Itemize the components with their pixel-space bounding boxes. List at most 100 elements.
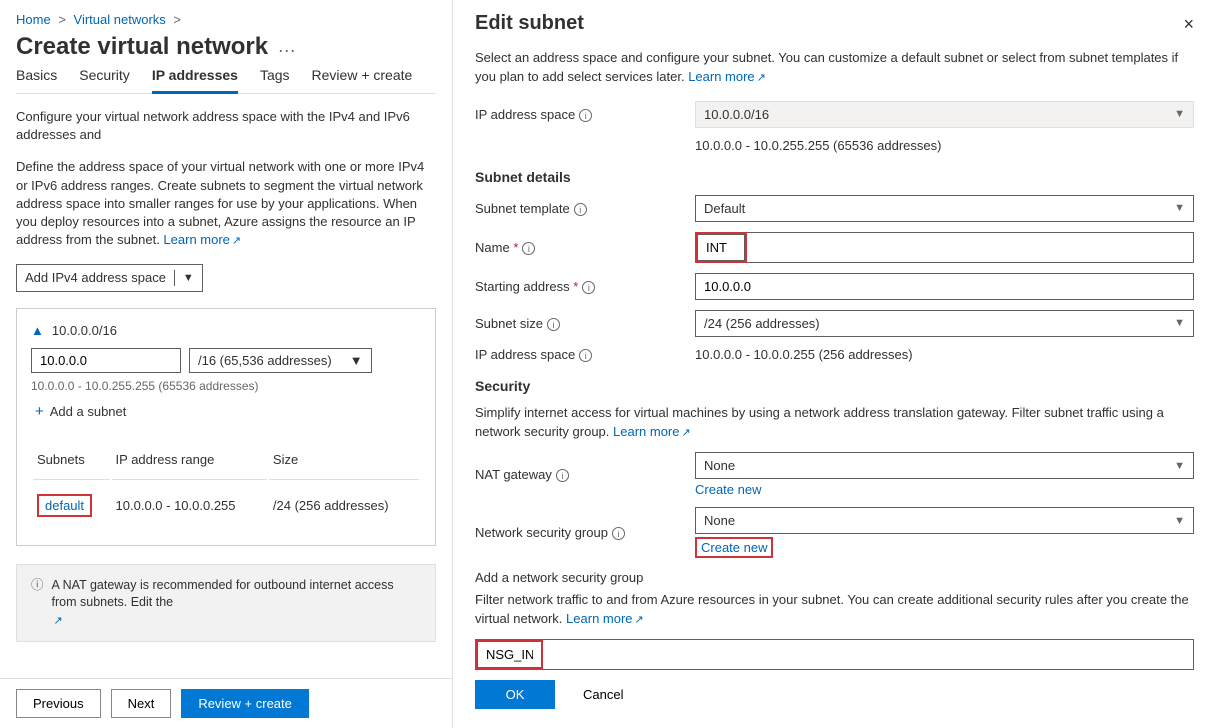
- address-range-note: 10.0.0.0 - 10.0.255.255 (65536 addresses…: [31, 379, 421, 393]
- tab-security[interactable]: Security: [79, 61, 130, 93]
- learn-more-link[interactable]: Learn more↗: [566, 611, 644, 626]
- info-icon[interactable]: i: [579, 109, 592, 122]
- field-subnet-template: Subnet templatei Default▼: [475, 195, 1194, 222]
- previous-button[interactable]: Previous: [16, 689, 101, 718]
- chevron-down-icon: ▼: [1174, 202, 1185, 214]
- field-starting-address: Starting address *i: [475, 273, 1194, 300]
- field-subnet-size: Subnet sizei /24 (256 addresses)▼: [475, 310, 1194, 337]
- field-name: Name *i: [475, 232, 1194, 263]
- field-ip-space-2: IP address spacei 10.0.0.0 - 10.0.0.255 …: [475, 347, 1194, 363]
- info-icon[interactable]: i: [582, 281, 595, 294]
- add-ipv4-space-label: Add IPv4 address space: [25, 270, 166, 285]
- chevron-down-icon: ▼: [1174, 460, 1185, 472]
- add-ipv4-space-button[interactable]: Add IPv4 address space ▼: [16, 264, 203, 292]
- name-label: Name *i: [475, 240, 685, 256]
- intro-text-2: Define the address space of your virtual…: [16, 158, 436, 249]
- table-row: default 10.0.0.0 - 10.0.0.255 /24 (256 a…: [33, 482, 419, 529]
- field-nat-gateway: NAT gatewayi None▼ Create new: [475, 452, 1194, 497]
- chevron-down-icon: ▼: [1174, 108, 1185, 120]
- add-subnet-label: Add a subnet: [50, 404, 127, 419]
- col-size: Size: [269, 440, 419, 480]
- ip-space-2-label: IP address spacei: [475, 347, 685, 363]
- info-icon[interactable]: i: [556, 469, 569, 482]
- subnet-template-select[interactable]: Default▼: [695, 195, 1194, 222]
- panel-desc-text: Select an address space and configure yo…: [475, 50, 1178, 84]
- breadcrumb-home[interactable]: Home: [16, 12, 51, 27]
- more-actions-icon[interactable]: ···: [278, 40, 296, 60]
- nat-create-new-link[interactable]: Create new: [695, 482, 761, 497]
- highlight-box: [695, 232, 747, 263]
- nsg-name-input-rest[interactable]: [543, 639, 1194, 670]
- breadcrumb: Home > Virtual networks >: [16, 12, 436, 27]
- subnet-name-input-rest[interactable]: [747, 232, 1194, 263]
- chevron-down-icon: ▼: [1174, 317, 1185, 329]
- plus-icon: +: [35, 403, 44, 420]
- ok-button[interactable]: OK: [475, 680, 555, 709]
- review-create-button[interactable]: Review + create: [181, 689, 309, 718]
- nsg-name-input[interactable]: [477, 641, 541, 668]
- ip-space-readonly[interactable]: 10.0.0.0/16▼: [695, 101, 1194, 128]
- nat-banner-text: A NAT gateway is recommended for outboun…: [52, 578, 394, 610]
- collapse-icon[interactable]: ▲: [31, 323, 44, 338]
- col-range: IP address range: [112, 440, 267, 480]
- nsg-label: Network security groupi: [475, 525, 685, 541]
- cancel-button[interactable]: Cancel: [567, 680, 639, 709]
- tab-tags[interactable]: Tags: [260, 61, 290, 93]
- breadcrumb-sep: >: [58, 12, 66, 27]
- nat-info-banner: ⓘ A NAT gateway is recommended for outbo…: [16, 564, 436, 643]
- nat-label: NAT gatewayi: [475, 467, 685, 483]
- subnet-size: /24 (256 addresses): [269, 482, 419, 529]
- info-icon[interactable]: i: [612, 527, 625, 540]
- right-panel: × Edit subnet Select an address space an…: [452, 0, 1216, 728]
- address-size-select[interactable]: /16 (65,536 addresses) ▼: [189, 348, 372, 373]
- wizard-footer: Previous Next Review + create: [0, 678, 452, 728]
- ip-space-2-text: 10.0.0.0 - 10.0.0.255 (256 addresses): [695, 347, 1194, 362]
- learn-more-link[interactable]: Learn more↗: [688, 69, 766, 84]
- chevron-down-icon: ▼: [1174, 515, 1185, 527]
- tab-basics[interactable]: Basics: [16, 61, 57, 93]
- tab-review-create[interactable]: Review + create: [312, 61, 413, 93]
- ip-row: /16 (65,536 addresses) ▼: [31, 348, 421, 373]
- add-nsg-desc: Filter network traffic to and from Azure…: [475, 591, 1194, 629]
- tab-ip-addresses[interactable]: IP addresses: [152, 61, 238, 93]
- page-title-row: Create virtual network ···: [16, 33, 436, 61]
- address-start-input[interactable]: [31, 348, 181, 373]
- info-icon[interactable]: i: [579, 349, 592, 362]
- template-label: Subnet templatei: [475, 201, 685, 217]
- learn-more-link[interactable]: Learn more↗: [163, 232, 241, 247]
- subnet-name-input[interactable]: [697, 234, 745, 261]
- breadcrumb-sep2: >: [173, 12, 181, 27]
- field-nsg: Network security groupi None▼ Create new: [475, 507, 1194, 558]
- external-link-icon[interactable]: ↗: [54, 615, 63, 627]
- address-size-label: /16 (65,536 addresses): [198, 353, 332, 368]
- info-icon[interactable]: i: [574, 203, 587, 216]
- panel-footer: OK Cancel: [475, 680, 1194, 719]
- info-icon[interactable]: i: [522, 242, 535, 255]
- nsg-create-new-link[interactable]: Create new: [701, 540, 767, 555]
- close-icon[interactable]: ×: [1183, 14, 1194, 35]
- subnet-size-select[interactable]: /24 (256 addresses)▼: [695, 310, 1194, 337]
- ip-space-range-text: 10.0.0.0 - 10.0.255.255 (65536 addresses…: [695, 138, 1194, 153]
- nat-gateway-select[interactable]: None▼: [695, 452, 1194, 479]
- info-icon[interactable]: i: [547, 318, 560, 331]
- breadcrumb-vnets[interactable]: Virtual networks: [74, 12, 166, 27]
- subnet-link-default[interactable]: default: [45, 498, 84, 513]
- tabs: Basics Security IP addresses Tags Review…: [16, 61, 436, 94]
- highlight-box: default: [37, 494, 92, 517]
- starting-address-input[interactable]: [695, 273, 1194, 300]
- start-label: Starting address *i: [475, 279, 685, 295]
- security-desc: Simplify internet access for virtual mac…: [475, 404, 1194, 442]
- nsg-select[interactable]: None▼: [695, 507, 1194, 534]
- add-subnet-button[interactable]: + Add a subnet: [35, 403, 421, 420]
- chevron-down-icon: ▼: [350, 353, 363, 368]
- external-link-icon: ↗: [757, 72, 766, 84]
- panel-title: Edit subnet: [475, 12, 1194, 35]
- info-icon: ⓘ: [31, 577, 44, 630]
- next-button[interactable]: Next: [111, 689, 172, 718]
- address-space-block: ▲ 10.0.0.0/16 /16 (65,536 addresses) ▼ 1…: [16, 308, 436, 546]
- field-ip-space-range: 10.0.0.0 - 10.0.255.255 (65536 addresses…: [475, 138, 1194, 153]
- external-link-icon: ↗: [232, 235, 241, 247]
- size-label: Subnet sizei: [475, 316, 685, 332]
- learn-more-link[interactable]: Learn more↗: [613, 424, 691, 439]
- address-cidr: 10.0.0.0/16: [52, 323, 117, 338]
